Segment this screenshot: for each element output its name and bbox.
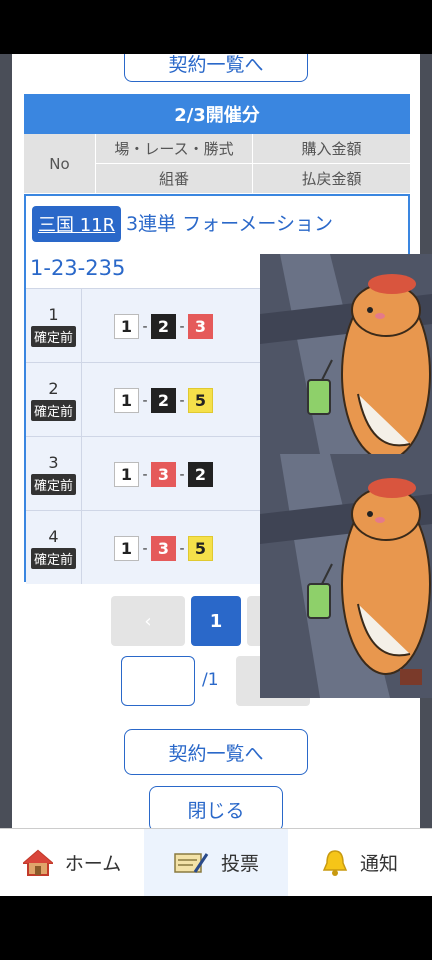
boat-number: 3 (151, 462, 176, 487)
separator: - (142, 540, 148, 557)
status-badge: 確定前 (30, 547, 76, 569)
row-number: 1 (48, 304, 59, 324)
status-badge: 確定前 (30, 325, 76, 347)
combination: 1 - 2 - 5 (114, 388, 213, 413)
tab-vote[interactable]: 投票 (144, 829, 288, 896)
meeting-header: 2/3開催分 (24, 94, 410, 134)
race-link[interactable]: 三国 11R (32, 206, 122, 242)
hamster-drinking-illustration (260, 254, 432, 454)
tab-notify-label: 通知 (359, 853, 398, 875)
boat-number: 1 (114, 388, 139, 413)
page-total: /1 (202, 670, 219, 690)
combination: 1 - 3 - 5 (114, 536, 213, 561)
contract-list-button[interactable]: 契約一覧へ (124, 729, 308, 775)
row-number: 2 (48, 378, 59, 398)
tab-home-label: ホーム (64, 853, 122, 875)
separator: - (179, 318, 185, 335)
separator: - (179, 540, 185, 557)
bet-type: 3連単 フォーメーション (126, 213, 333, 235)
combo-code: 1-23-235 (30, 256, 126, 280)
separator: - (179, 392, 185, 409)
page-number-input[interactable] (121, 656, 195, 706)
separator: - (142, 466, 148, 483)
tab-vote-label: 投票 (220, 853, 259, 875)
row-no-cell: 1 確定前 (26, 289, 82, 362)
combination: 1 - 3 - 2 (114, 462, 213, 487)
bell-icon (322, 848, 348, 878)
ticket-pen-icon (173, 850, 209, 876)
row-no-cell: 3 確定前 (26, 437, 82, 510)
column-purchase: 購入金額 (253, 134, 410, 164)
backdrop-edge-left (0, 54, 12, 828)
status-badge: 確定前 (30, 473, 76, 495)
status-bar (0, 0, 432, 54)
hamster-drinking-illustration (260, 454, 432, 698)
prev-page-button[interactable]: ‹ (111, 596, 185, 646)
column-no: No (24, 134, 96, 194)
row-number: 4 (48, 526, 59, 546)
separator: - (142, 392, 148, 409)
separator: - (142, 318, 148, 335)
boat-number: 5 (188, 536, 213, 561)
boat-number: 3 (151, 536, 176, 561)
column-race: 場・レース・勝式 (96, 134, 253, 164)
row-number: 3 (48, 452, 59, 472)
close-button[interactable]: 閉じる (149, 786, 283, 828)
system-nav-bar (0, 896, 432, 960)
boat-number: 2 (188, 462, 213, 487)
boat-number: 1 (114, 462, 139, 487)
contract-list-button-top[interactable]: 契約一覧へ (124, 54, 308, 82)
boat-number: 1 (114, 536, 139, 561)
page-1-button[interactable]: 1 (191, 596, 241, 646)
tab-home[interactable]: ホーム (0, 829, 144, 896)
separator: - (179, 466, 185, 483)
bottom-tab-bar: ホーム 投票 通知 (0, 828, 432, 896)
character-sticker (260, 254, 432, 454)
boat-number: 2 (151, 314, 176, 339)
row-no-cell: 2 確定前 (26, 363, 82, 436)
tab-notify[interactable]: 通知 (288, 829, 432, 896)
combination: 1 - 2 - 3 (114, 314, 213, 339)
column-payout: 払戻金額 (253, 164, 410, 194)
boat-number: 2 (151, 388, 176, 413)
boat-number: 1 (114, 314, 139, 339)
status-badge: 確定前 (30, 399, 76, 421)
boat-number: 3 (188, 314, 213, 339)
row-no-cell: 4 確定前 (26, 511, 82, 584)
boat-number: 5 (188, 388, 213, 413)
column-combination: 組番 (96, 164, 253, 194)
home-icon (22, 849, 53, 877)
character-sticker (260, 454, 432, 698)
